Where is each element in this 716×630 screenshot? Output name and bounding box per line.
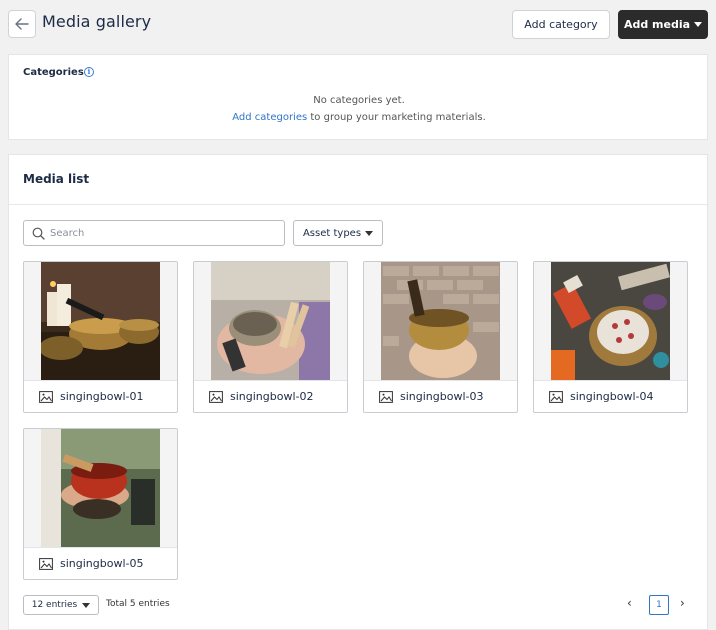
divider — [9, 204, 707, 205]
entries-label: 12 entries — [31, 600, 78, 610]
singing-bowl-thumbnail — [551, 262, 670, 380]
image-icon — [39, 391, 53, 403]
categories-card: Categories i No categories yet. Add cate… — [8, 54, 708, 140]
tile-label-row: singingbowl-03 — [364, 380, 517, 412]
media-name: singingbowl-01 — [60, 390, 144, 403]
categories-title: Categories — [23, 67, 84, 78]
singing-bowl-thumbnail — [41, 429, 160, 547]
caret-down-icon — [82, 602, 91, 608]
info-icon[interactable]: i — [84, 67, 94, 77]
page-title: Media gallery — [42, 12, 152, 31]
media-name: singingbowl-03 — [400, 390, 484, 403]
add-category-button[interactable]: Add category — [512, 10, 610, 39]
hint-suffix: to group your marketing materials. — [307, 112, 486, 123]
categories-empty-message: No categories yet. — [313, 95, 405, 106]
tile-label-row: singingbowl-05 — [24, 547, 177, 579]
categories-empty-hint: Add categories to group your marketing m… — [9, 112, 709, 123]
thumbnail — [24, 262, 177, 380]
thumbnail — [194, 262, 347, 380]
asset-types-label: Asset types — [302, 227, 362, 239]
media-name: singingbowl-02 — [230, 390, 314, 403]
asset-types-dropdown[interactable]: Asset types — [293, 220, 383, 246]
thumbnail — [534, 262, 687, 380]
next-page-button[interactable]: › — [680, 596, 685, 610]
media-name: singingbowl-05 — [60, 557, 144, 570]
media-name: singingbowl-04 — [570, 390, 654, 403]
add-categories-link[interactable]: Add categories — [232, 112, 307, 123]
search-icon — [32, 227, 45, 240]
tile-label-row: singingbowl-04 — [534, 380, 687, 412]
entries-per-page-select[interactable]: 12 entries — [23, 595, 99, 615]
media-tile[interactable]: singingbowl-04 — [533, 261, 688, 413]
back-button[interactable] — [8, 10, 36, 38]
media-list-title: Media list — [23, 172, 90, 186]
media-tile[interactable]: singingbowl-03 — [363, 261, 518, 413]
arrow-left-icon — [15, 18, 29, 30]
singing-bowl-thumbnail — [41, 262, 160, 380]
caret-down-icon — [694, 22, 703, 27]
tile-label-row: singingbowl-01 — [24, 380, 177, 412]
image-icon — [379, 391, 393, 403]
image-icon — [209, 391, 223, 403]
tile-label-row: singingbowl-02 — [194, 380, 347, 412]
media-tile[interactable]: singingbowl-02 — [193, 261, 348, 413]
page-number-button[interactable]: 1 — [649, 595, 669, 615]
search-input[interactable] — [48, 224, 278, 242]
page-header: Media gallery Add category Add media — [0, 0, 716, 48]
singing-bowl-thumbnail — [381, 262, 500, 380]
thumbnail — [364, 262, 517, 380]
search-box[interactable] — [23, 220, 285, 246]
thumbnail — [24, 429, 177, 547]
add-media-button[interactable]: Add media — [618, 10, 708, 39]
media-tile[interactable]: singingbowl-05 — [23, 428, 178, 580]
singing-bowl-thumbnail — [211, 262, 330, 380]
total-entries: Total 5 entries — [106, 599, 170, 609]
image-icon — [39, 558, 53, 570]
caret-down-icon — [365, 230, 374, 236]
previous-page-button[interactable]: ‹ — [627, 596, 632, 610]
media-tile[interactable]: singingbowl-01 — [23, 261, 178, 413]
image-icon — [549, 391, 563, 403]
add-media-label: Add media — [623, 18, 691, 31]
media-list-card: Media list Asset types — [8, 154, 708, 630]
